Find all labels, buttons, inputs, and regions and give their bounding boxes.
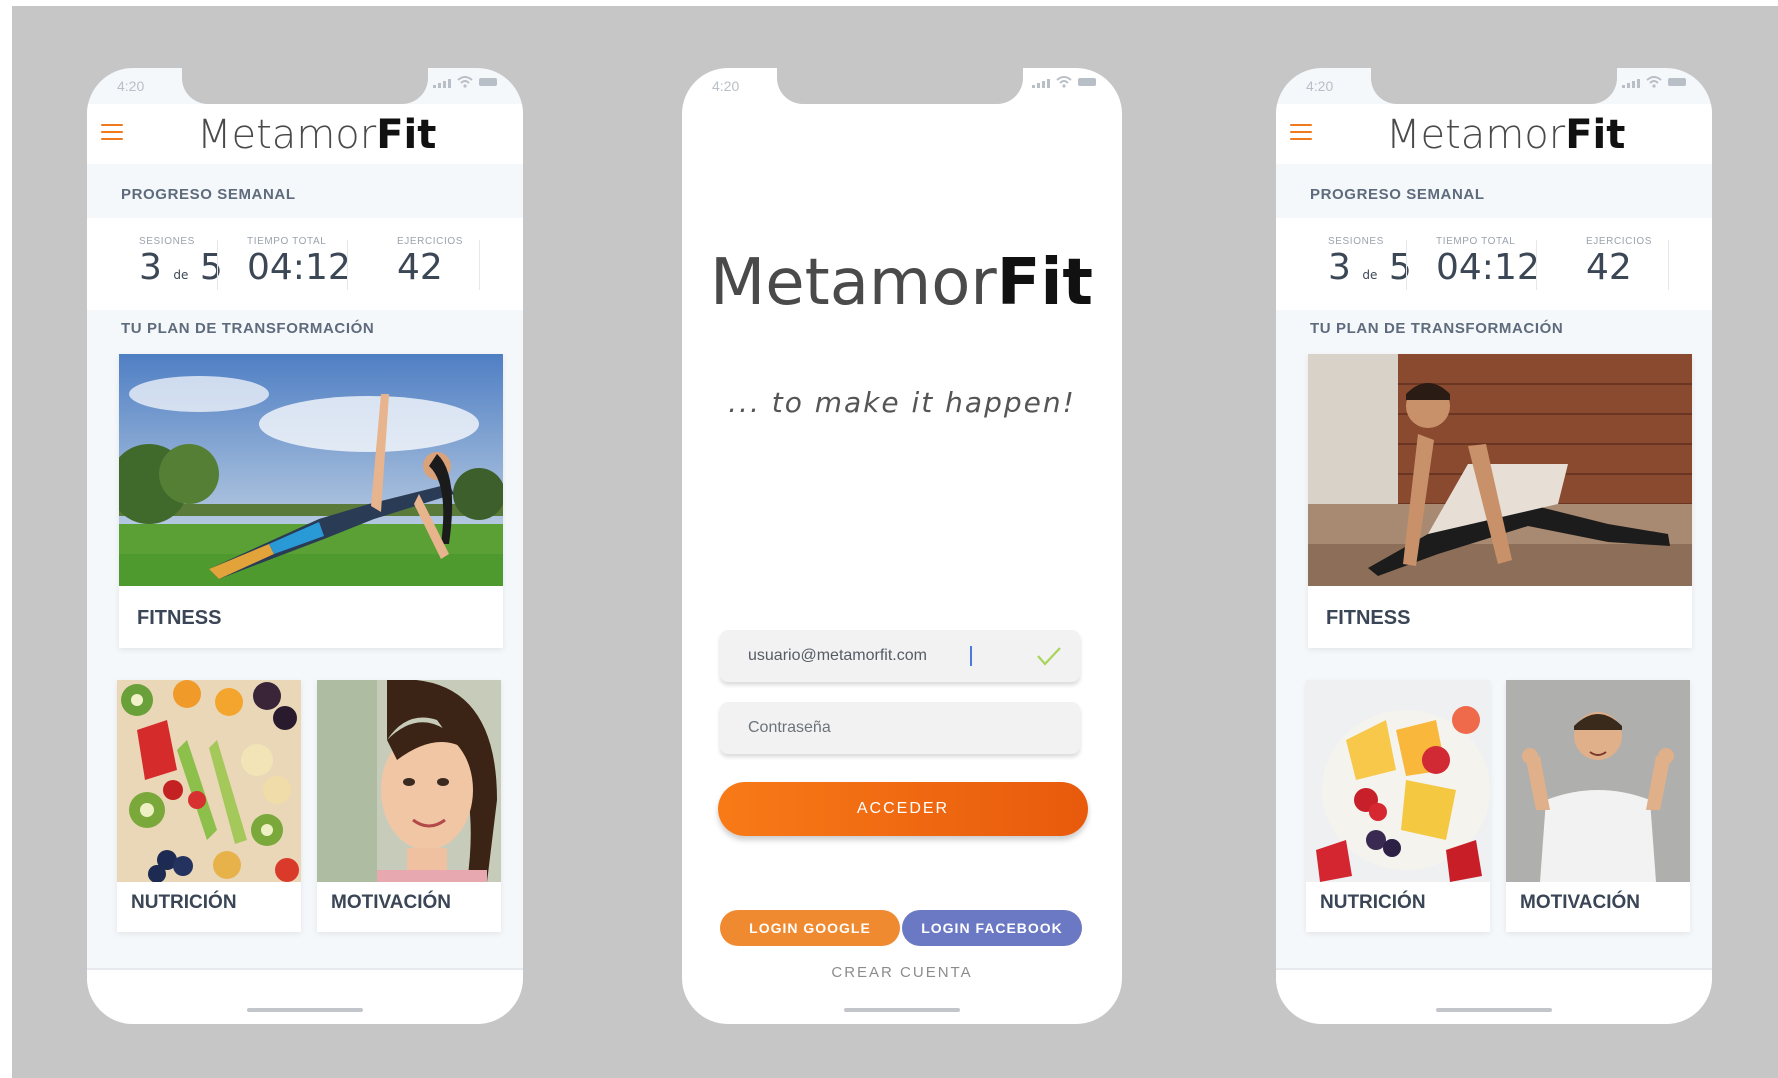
motivation-label: MOTIVACIÓN [1520,892,1640,913]
login-submit-button[interactable]: ACCEDER [718,782,1088,836]
hamburger-menu-icon[interactable] [101,124,123,142]
login-logo: MetamorFit [710,246,1093,320]
phone-notch [1371,68,1617,104]
stat-time-label: TIEMPO TOTAL [1436,236,1516,247]
app-logo: MetamorFit [197,112,436,158]
stat-time: TIEMPO TOTAL 04:12 [1436,236,1540,288]
email-field[interactable] [720,630,1080,682]
password-field-box [720,702,1080,754]
wifi-icon [457,76,473,88]
phone-login: 4:20 MetamorFit ... to make it happen! A… [682,68,1122,1024]
bottom-bar [1276,968,1712,1024]
stat-exercises: EJERCICIOS 42 [397,236,463,288]
status-icons [1622,76,1686,88]
status-time: 4:20 [117,78,145,94]
phone-notch [777,68,1023,104]
stat-time: TIEMPO TOTAL 04:12 [247,236,351,288]
tagline: ... to make it happen! [728,386,1076,419]
home-indicator[interactable] [844,1008,960,1012]
logo-text-2: Fit [376,112,437,158]
mockup-canvas: 4:20 MetamorFit PROGRESO SEMANAL SESIONE… [12,6,1778,1078]
stat-divider [217,240,218,290]
login-facebook-button[interactable]: LOGIN FACEBOOK [902,910,1082,946]
status-icons [433,76,497,88]
nutrition-photo [1306,680,1490,882]
home-indicator[interactable] [1436,1008,1552,1012]
stat-exercises-value: 42 [397,247,443,288]
fitness-photo [119,354,503,586]
fitness-photo [1308,354,1692,586]
phone-dashboard-left: 4:20 MetamorFit PROGRESO SEMANAL SESIONE… [87,68,523,1024]
bottom-bar [87,968,523,1024]
progress-title: PROGRESO SEMANAL [1310,186,1485,203]
stat-divider [1536,240,1537,290]
plan-title: TU PLAN DE TRANSFORMACIÓN [1310,320,1564,337]
stat-sessions-label: SESIONES [139,236,195,247]
status-time: 4:20 [712,78,740,94]
motivation-photo [1506,680,1690,882]
nutrition-card[interactable]: NUTRICIÓN [1306,680,1490,932]
stat-sessions-value: 3 de 5 [139,247,223,288]
nutrition-photo [117,680,301,882]
stat-exercises-value: 42 [1586,247,1632,288]
logo-text-1: Metamor [197,112,377,158]
stat-exercises-label: EJERCICIOS [397,236,464,247]
nutrition-card[interactable]: NUTRICIÓN [117,680,301,932]
signal-icon [1622,79,1640,88]
stat-sessions-value: 3 de 5 [1328,247,1412,288]
logo-text-2: Fit [996,246,1093,320]
create-account-link[interactable]: CREAR CUENTA [682,964,1122,981]
battery-icon [479,78,497,86]
wifi-icon [1646,76,1662,88]
stat-sessions-label: SESIONES [1328,236,1384,247]
stat-exercises-label: EJERCICIOS [1586,236,1653,247]
phone-dashboard-right: 4:20 MetamorFit PROGRESO SEMANAL SESIONE… [1276,68,1712,1024]
plan-title: TU PLAN DE TRANSFORMACIÓN [121,320,375,337]
home-indicator[interactable] [247,1008,363,1012]
stat-time-value: 04:12 [247,247,351,288]
progress-title: PROGRESO SEMANAL [121,186,296,203]
stat-exercises: EJERCICIOS 42 [1586,236,1652,288]
check-icon [1037,647,1061,666]
app-logo: MetamorFit [1386,112,1625,158]
app-header: MetamorFit [1276,104,1712,164]
stat-sessions: SESIONES 3 de 5 [139,236,223,288]
stat-divider [347,240,348,290]
motivation-photo [317,680,501,882]
nutrition-label: NUTRICIÓN [131,892,237,913]
email-field-box [720,630,1080,682]
signal-icon [433,79,451,88]
wifi-icon [1056,76,1072,88]
signal-icon [1032,79,1050,88]
login-google-button[interactable]: LOGIN GOOGLE [720,910,900,946]
stat-sessions: SESIONES 3 de 5 [1328,236,1412,288]
status-icons [1032,76,1096,88]
logo-text-1: Metamor [710,246,997,320]
motivation-card[interactable]: MOTIVACIÓN [1506,680,1690,932]
app-header: MetamorFit [87,104,523,164]
phone-notch [182,68,428,104]
motivation-label: MOTIVACIÓN [331,892,451,913]
battery-icon [1078,78,1096,86]
weekly-stats: SESIONES 3 de 5 TIEMPO TOTAL 04:12 EJERC… [1276,218,1712,310]
logo-text-2: Fit [1565,112,1626,158]
text-caret [970,646,972,666]
stat-divider [1668,240,1669,290]
hamburger-menu-icon[interactable] [1290,124,1312,142]
fitness-card[interactable]: FITNESS [1308,354,1692,648]
weekly-stats: SESIONES 3 de 5 TIEMPO TOTAL 04:12 EJERC… [87,218,523,310]
logo-text-1: Metamor [1386,112,1566,158]
fitness-card[interactable]: FITNESS [119,354,503,648]
stat-time-value: 04:12 [1436,247,1540,288]
fitness-label: FITNESS [1326,607,1411,629]
motivation-card[interactable]: MOTIVACIÓN [317,680,501,932]
stat-divider [479,240,480,290]
stat-divider [1406,240,1407,290]
status-time: 4:20 [1306,78,1334,94]
nutrition-label: NUTRICIÓN [1320,892,1426,913]
battery-icon [1668,78,1686,86]
password-field[interactable] [720,702,1080,754]
stat-time-label: TIEMPO TOTAL [247,236,327,247]
fitness-label: FITNESS [137,607,222,629]
